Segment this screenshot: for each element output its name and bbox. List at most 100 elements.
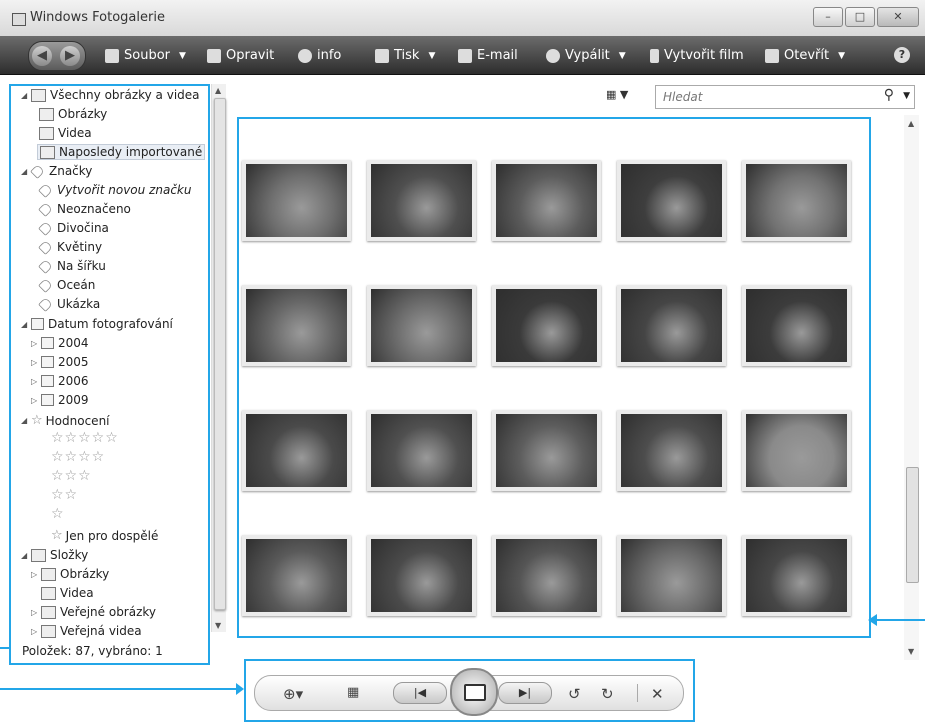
- star-icon: ☆: [31, 413, 43, 428]
- new-tag-icon: [38, 182, 53, 198]
- tree-year[interactable]: ▷ 2005: [31, 355, 89, 369]
- info-button[interactable]: info: [298, 48, 341, 63]
- close-button[interactable]: ✕: [877, 7, 919, 27]
- maximize-button[interactable]: □: [845, 7, 875, 27]
- photo-thumbnail[interactable]: [242, 410, 351, 491]
- photo-thumbnail[interactable]: [367, 285, 476, 366]
- file-menu[interactable]: Soubor ▼: [105, 48, 186, 63]
- chevron-down-icon[interactable]: ▼: [903, 91, 910, 101]
- photo-thumbnail[interactable]: [492, 160, 601, 241]
- tree-all-pictures-videos[interactable]: ◢ Všechny obrázky a videa: [21, 88, 200, 102]
- photo-thumbnail[interactable]: [242, 160, 351, 241]
- window-controls: – □ ✕: [811, 7, 919, 27]
- slideshow-button[interactable]: [450, 668, 498, 716]
- tree-pictures[interactable]: Obrázky: [39, 107, 107, 121]
- photo-thumbnail[interactable]: [367, 535, 476, 616]
- photo-thumbnail[interactable]: [617, 535, 726, 616]
- print-menu[interactable]: Tisk ▼: [375, 48, 435, 63]
- search-input[interactable]: Hledat: [663, 90, 702, 104]
- photo-thumbnail[interactable]: [742, 535, 851, 616]
- photo-thumbnail[interactable]: [742, 285, 851, 366]
- photo-thumbnail[interactable]: [617, 285, 726, 366]
- video-icon: [41, 586, 56, 600]
- tree-tag-item[interactable]: Divočina: [38, 220, 109, 236]
- rating-four-stars[interactable]: ☆☆☆☆: [51, 449, 105, 465]
- star-icon: ☆: [51, 528, 63, 543]
- photo-thumbnail[interactable]: [742, 160, 851, 241]
- folder-icon: [41, 624, 56, 638]
- photo-thumbnail[interactable]: [492, 285, 601, 366]
- tree-tags[interactable]: ◢ Značky: [21, 163, 92, 179]
- tree-year[interactable]: ▷ 2006: [31, 374, 89, 388]
- burn-menu[interactable]: Vypálit ▼: [546, 48, 626, 63]
- tree-recently-imported[interactable]: Naposledy importované: [37, 144, 206, 160]
- view-options-button[interactable]: ▦ ▼: [606, 88, 628, 101]
- tree-folder-item[interactable]: ▷ Veřejné obrázky: [31, 605, 156, 619]
- scroll-up-icon[interactable]: ▲: [215, 86, 221, 95]
- scroll-down-icon[interactable]: ▼: [215, 621, 221, 630]
- scroll-down-icon[interactable]: ▼: [908, 647, 914, 656]
- photo-thumbnail[interactable]: [367, 410, 476, 491]
- photo-thumbnail[interactable]: [367, 160, 476, 241]
- rating-two-stars[interactable]: ☆☆: [51, 487, 78, 503]
- picture-icon: [39, 107, 54, 121]
- tree-year[interactable]: ▷ 2009: [31, 393, 89, 407]
- status-bar-text: Položek: 87, vybráno: 1: [22, 644, 163, 658]
- search-icon[interactable]: ⚲: [884, 87, 894, 103]
- actual-size-icon[interactable]: ▦: [347, 685, 359, 700]
- tree-tag-item[interactable]: Ukázka: [38, 296, 100, 312]
- previous-button[interactable]: |◀: [393, 682, 447, 704]
- rotate-right-icon[interactable]: ↻: [601, 685, 614, 703]
- photo-thumbnail[interactable]: [242, 535, 351, 616]
- tree-tag-item[interactable]: Květiny: [38, 239, 102, 255]
- tree-date-taken[interactable]: ◢ Datum fotografování: [21, 317, 173, 331]
- tree-rating[interactable]: ◢ ☆ Hodnocení: [21, 413, 110, 428]
- scroll-up-icon[interactable]: ▲: [908, 119, 914, 128]
- scroll-thumb[interactable]: [214, 98, 226, 610]
- photo-thumbnail[interactable]: [492, 410, 601, 491]
- search-box[interactable]: Hledat ⚲ ▼: [655, 85, 915, 109]
- tree-untagged[interactable]: Neoznačeno: [38, 201, 131, 217]
- photo-gallery-window: Windows Fotogalerie – □ ✕ ◀ ▶ Soubor ▼ Op…: [0, 0, 925, 722]
- tree-folders[interactable]: ◢ Složky: [21, 548, 88, 562]
- back-button[interactable]: ◀: [32, 46, 52, 66]
- tree-tag-item[interactable]: Na šířku: [38, 258, 106, 274]
- info-tag-icon: [298, 48, 312, 63]
- scroll-thumb[interactable]: [906, 467, 919, 583]
- photo-thumbnail[interactable]: [492, 535, 601, 616]
- gallery-scrollbar[interactable]: ▲ ▼: [904, 115, 919, 660]
- photo-thumbnail[interactable]: [617, 160, 726, 241]
- photo-thumbnail[interactable]: [617, 410, 726, 491]
- tree-videos[interactable]: Videa: [39, 126, 92, 140]
- rotate-left-icon[interactable]: ↺: [568, 685, 581, 703]
- tree-create-tag[interactable]: Vytvořit novou značku: [38, 182, 191, 198]
- zoom-icon[interactable]: ⊕▾: [283, 685, 303, 703]
- calendar-icon: [41, 375, 54, 387]
- tree-adults-only[interactable]: ☆ Jen pro dospělé: [51, 528, 158, 543]
- photo-thumbnail[interactable]: [742, 410, 851, 491]
- minimize-button[interactable]: –: [813, 7, 843, 27]
- help-button[interactable]: ?: [894, 47, 910, 63]
- navigation-scrollbar[interactable]: ▲ ▼: [211, 84, 226, 632]
- tag-icon: [30, 163, 45, 179]
- view-controls-bar: ⊕▾ ▦ |◀ ▶| ↺ ↻ ✕: [254, 668, 684, 716]
- tree-folder-item[interactable]: ▷ Veřejná videa: [31, 624, 142, 638]
- tree-tag-item[interactable]: Oceán: [38, 277, 95, 293]
- photo-thumbnail[interactable]: [242, 285, 351, 366]
- calendar-icon: [41, 394, 54, 406]
- rating-five-stars[interactable]: ☆☆☆☆☆: [51, 430, 119, 446]
- rating-three-stars[interactable]: ☆☆☆: [51, 468, 92, 484]
- fix-button[interactable]: Opravit: [207, 48, 274, 63]
- open-menu[interactable]: Otevřít ▼: [765, 48, 845, 63]
- tree-folder-item[interactable]: Videa: [41, 586, 94, 600]
- tree-folder-item[interactable]: ▷ Obrázky: [31, 567, 109, 581]
- forward-button[interactable]: ▶: [60, 46, 80, 66]
- callout-arrow-right: [868, 614, 877, 626]
- tag-icon: [38, 296, 53, 312]
- make-movie-button[interactable]: Vytvořit film: [650, 48, 744, 63]
- email-button[interactable]: E-mail: [458, 48, 518, 63]
- delete-icon[interactable]: ✕: [651, 685, 664, 703]
- next-button[interactable]: ▶|: [498, 682, 552, 704]
- tree-year[interactable]: ▷ 2004: [31, 336, 89, 350]
- rating-one-star[interactable]: ☆: [51, 506, 65, 522]
